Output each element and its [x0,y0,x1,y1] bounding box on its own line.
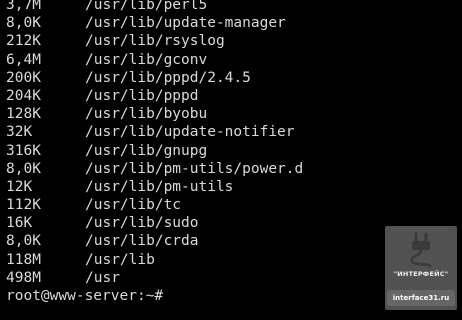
output-line: 16K/usr/lib/sudo [6,214,446,232]
output-line: 128K/usr/lib/byobu [6,105,446,123]
dir-path: /usr/lib/sudo [85,215,199,232]
output-line: 204K/usr/lib/pppd [6,87,446,105]
dir-path: /usr/lib/update-notifier [85,124,295,141]
dir-path: /usr/lib/pppd [85,87,199,104]
shell-prompt[interactable]: root@www-server:~# [6,287,446,305]
dir-size: 6,4M [6,51,41,68]
dir-path: /usr/lib/gnupg [85,142,208,159]
dir-size: 8,0K [6,15,41,32]
dir-size: 118M [6,251,41,268]
dir-path: /usr/lib/perl5 [85,0,208,13]
dir-size: 498M [6,269,41,286]
dir-size: 204K [6,87,41,104]
dir-path: /usr/lib/update-manager [85,15,286,32]
dir-path: /usr [85,269,120,286]
output-line: 32K/usr/lib/update-notifier [6,123,446,141]
output-line: 112K/usr/lib/tc [6,196,446,214]
dir-size: 32K [6,124,33,141]
output-line: 8,0K/usr/lib/crda [6,232,446,250]
dir-path: /usr/lib/rsyslog [85,33,225,50]
output-line: 6,4M/usr/lib/gconv [6,51,446,69]
dir-path: /usr/lib/pm-utils [85,178,234,195]
dir-size: 316K [6,142,41,159]
dir-path: /usr/lib/byobu [85,106,208,123]
dir-path: /usr/lib/crda [85,233,199,250]
dir-path: /usr/lib/pppd/2.4.5 [85,69,251,86]
output-line: 8,0K/usr/lib/pm-utils/power.d [6,160,446,178]
dir-size: 212K [6,33,41,50]
dir-size: 3,7M [6,0,41,13]
terminal-output: 3,7M/usr/lib/perl5 8,0K/usr/lib/update-m… [6,0,446,305]
usb-plug-icon [410,232,432,268]
dir-size: 8,0K [6,233,41,250]
dir-path: /usr/lib/pm-utils/power.d [85,160,304,177]
output-line: 12K/usr/lib/pm-utils [6,178,446,196]
output-line: 118M/usr/lib [6,251,446,269]
dir-size: 16K [6,215,33,232]
dir-size: 200K [6,69,41,86]
dir-size: 12K [6,178,33,195]
dir-size: 8,0K [6,160,41,177]
output-line: 200K/usr/lib/pppd/2.4.5 [6,69,446,87]
dir-path: /usr/lib/gconv [85,51,208,68]
output-line: 316K/usr/lib/gnupg [6,142,446,160]
dir-path: /usr/lib [85,251,155,268]
output-line: 498M/usr [6,269,446,287]
dir-size: 112K [6,197,41,214]
terminal-window[interactable]: 3,7M/usr/lib/perl5 8,0K/usr/lib/update-m… [0,0,462,320]
dir-size: 128K [6,106,41,123]
watermark-brand: "ИНТЕРФЕЙС" [393,270,449,278]
watermark-url: interface31.ru [387,290,455,306]
output-line: 3,7M/usr/lib/perl5 [6,0,446,14]
output-line: 8,0K/usr/lib/update-manager [6,14,446,32]
output-line: 212K/usr/lib/rsyslog [6,32,446,50]
dir-path: /usr/lib/tc [85,197,182,214]
site-watermark: "ИНТЕРФЕЙС" interface31.ru [385,226,457,310]
